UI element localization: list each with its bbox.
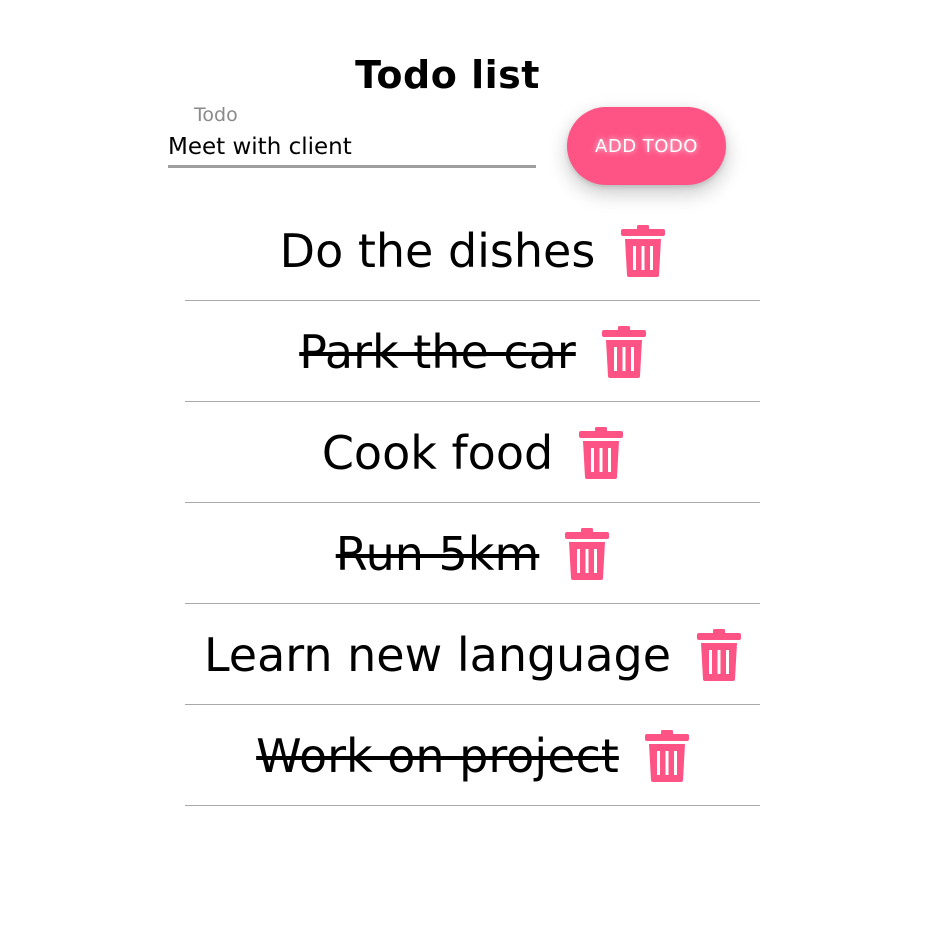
page-title: Todo list [355,53,540,98]
todo-text[interactable]: Park the car [299,329,576,375]
todo-item: Cook food [185,402,760,503]
trash-icon[interactable] [579,427,624,479]
todo-item: Park the car [185,301,760,402]
todo-text[interactable]: Do the dishes [280,228,596,274]
todo-item: Work on project [185,705,760,806]
todo-item: Run 5km [185,503,760,604]
todo-item: Learn new language [185,604,760,705]
todo-list: Do the dishes Park the car Cook food Run 5k… [185,200,760,806]
todo-item: Do the dishes [185,200,760,301]
trash-icon[interactable] [621,225,666,277]
trash-icon[interactable] [697,629,742,681]
trash-icon[interactable] [565,528,610,580]
trash-icon[interactable] [601,326,646,378]
todo-field-label: Todo [194,104,238,126]
trash-icon[interactable] [644,730,689,782]
todo-text[interactable]: Work on project [256,733,619,779]
todo-text[interactable]: Learn new language [204,632,671,678]
add-todo-button[interactable]: ADD TODO [567,107,726,185]
todo-field: Todo [168,100,536,172]
todo-input[interactable] [168,128,536,168]
todo-text[interactable]: Run 5km [336,531,540,577]
todo-text[interactable]: Cook food [322,430,553,476]
